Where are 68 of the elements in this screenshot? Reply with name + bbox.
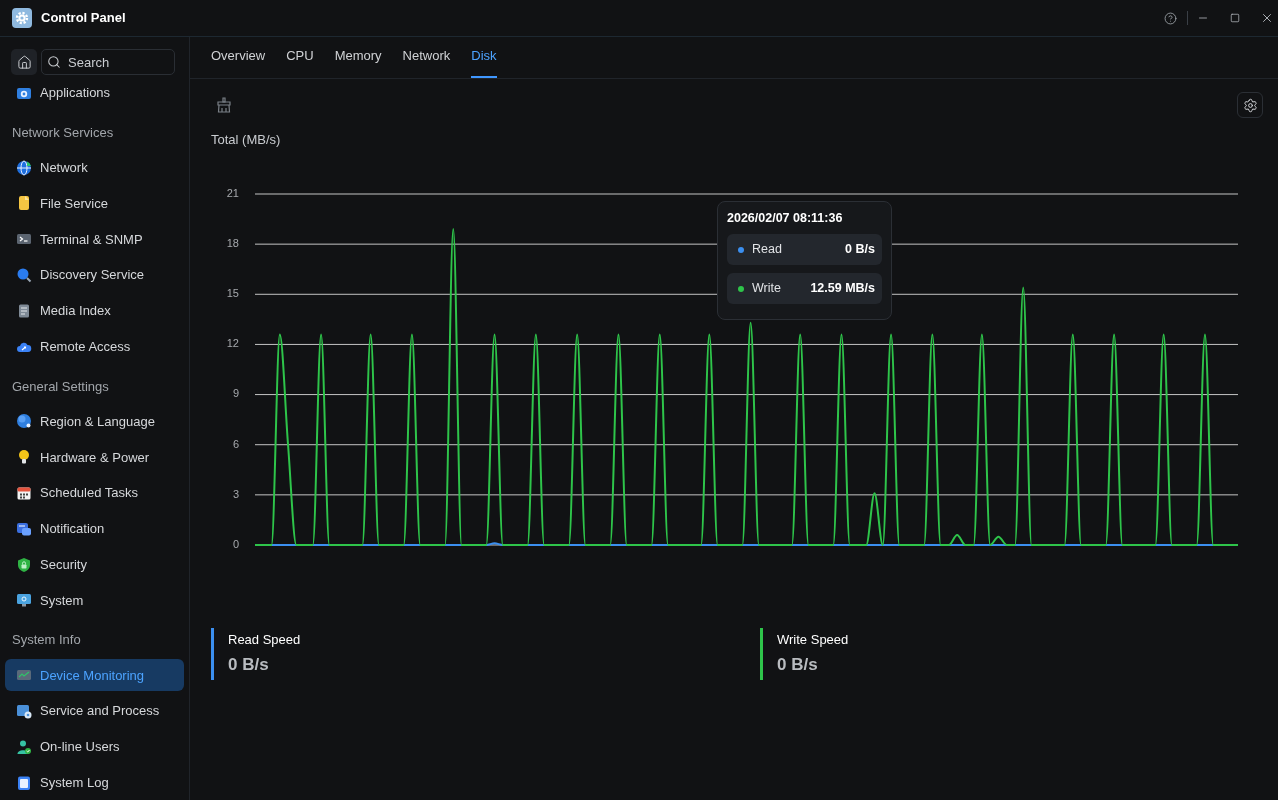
settings-button[interactable]: [1237, 92, 1263, 118]
home-icon: [16, 54, 32, 70]
help-icon: [1163, 11, 1177, 25]
y-tick-label: 12: [226, 337, 239, 350]
y-tick-label: 6: [232, 437, 239, 450]
y-tick-label: 0: [232, 537, 239, 550]
y-tick-label: 15: [226, 287, 239, 300]
monitor-icon: [16, 592, 32, 609]
section-heading: System Info: [12, 632, 81, 649]
notepad-icon: [16, 774, 32, 791]
sidebar-item[interactable]: Security: [5, 548, 184, 581]
lightbulb-icon: [16, 449, 32, 466]
maximize-icon: [1230, 13, 1240, 23]
settings-icon: [1242, 97, 1258, 113]
magnifier-icon: [16, 267, 32, 284]
chart-title: Total (MB/s): [211, 132, 282, 148]
series-value: 0 B/s: [845, 241, 875, 259]
section-heading: Network Services: [12, 124, 114, 141]
close-icon: [1260, 11, 1274, 25]
tab[interactable]: CPU: [286, 37, 314, 78]
sidebar-item[interactable]: Notification: [5, 512, 184, 545]
search-field[interactable]: Search: [41, 49, 175, 75]
stat-label: Read Speed: [228, 632, 301, 648]
series-value: 12.59 MB/s: [810, 280, 875, 298]
calendar-icon: [16, 485, 32, 502]
stat-value: 0 B/s: [777, 655, 819, 675]
sidebar-item[interactable]: Discovery Service: [5, 259, 184, 292]
window-title: Control Panel: [41, 9, 126, 28]
tab[interactable]: Memory: [334, 37, 382, 78]
sidebar-item[interactable]: Scheduled Tasks: [5, 477, 184, 510]
sidebar-item[interactable]: Region & Language: [5, 405, 184, 438]
sidebar-item[interactable]: File Service: [5, 187, 184, 220]
series-label: Write: [752, 280, 781, 298]
sidebar-item[interactable]: Service and Process: [5, 695, 184, 728]
series-label: Read: [752, 241, 782, 259]
user-check-icon: [16, 738, 32, 755]
sidebar-item[interactable]: Applications: [5, 76, 184, 109]
sphere-icon: [16, 413, 32, 430]
document-lines-icon: [16, 302, 32, 319]
section-heading: General Settings: [12, 378, 109, 395]
sidebar-item[interactable]: Media Index: [5, 294, 184, 327]
sidebar-item[interactable]: Terminal & SNMP: [5, 223, 184, 256]
sidebar-item[interactable]: Network: [5, 151, 184, 184]
broom-icon[interactable]: [216, 97, 232, 113]
gear-tile-icon: [12, 8, 32, 28]
globe-icon: [16, 159, 32, 176]
y-tick-label: 18: [226, 237, 239, 250]
tab[interactable]: Overview: [211, 37, 266, 78]
tooltip-time: 2026/02/07 08:11:36: [727, 210, 844, 226]
y-tick-label: 3: [232, 487, 239, 500]
sidebar-item[interactable]: Remote Access: [5, 330, 184, 363]
tab[interactable]: Network: [402, 37, 451, 78]
y-tick-label: 9: [232, 387, 239, 400]
shield-icon: [16, 556, 32, 573]
message-icon: [16, 520, 32, 537]
y-tick-label: 21: [226, 186, 239, 199]
home-button[interactable]: [11, 49, 37, 75]
sidebar-item[interactable]: Device Monitoring: [5, 659, 184, 692]
stat-value: 0 B/s: [228, 655, 270, 675]
sidebar-item[interactable]: System: [5, 584, 184, 617]
sidebar-item[interactable]: On-line Users: [5, 730, 184, 763]
search-icon: [47, 55, 61, 69]
sidebar-item[interactable]: System Log: [5, 766, 184, 799]
stat-label: Write Speed: [777, 632, 849, 648]
sidebar-item[interactable]: Hardware & Power: [5, 441, 184, 474]
tab[interactable]: Disk: [471, 37, 497, 78]
document-icon: [16, 195, 32, 212]
window-gear-icon: [16, 703, 32, 720]
